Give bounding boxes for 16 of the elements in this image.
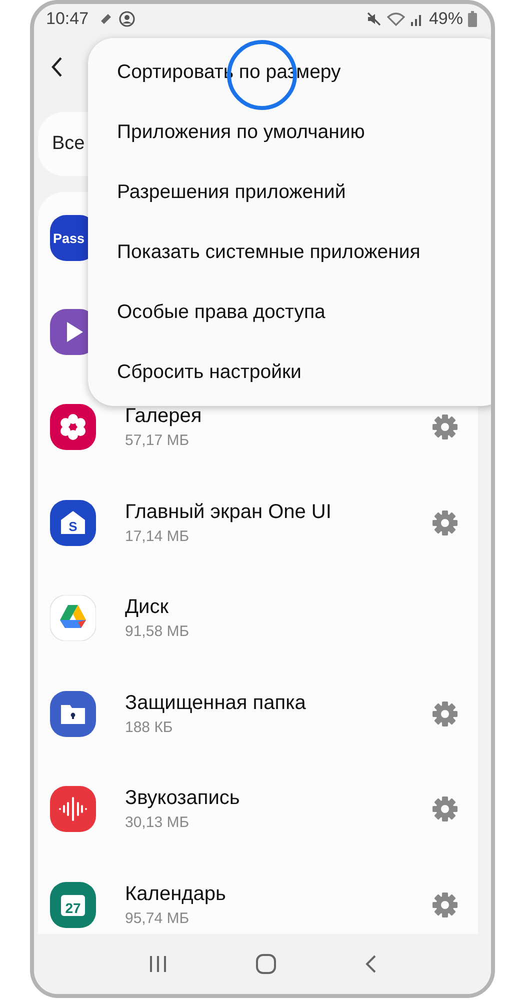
app-icon: S — [50, 500, 96, 546]
app-size: 95,74 МБ — [125, 910, 190, 927]
app-size: 188 КБ — [125, 718, 174, 736]
app-size: 91,58 МБ — [125, 623, 190, 640]
battery-percent: 49% — [428, 9, 463, 29]
app-name: Защищенная папка — [125, 692, 307, 715]
app-name: Диск — [125, 596, 170, 620]
app-name: Главный экран One UI — [125, 500, 332, 524]
status-time: 10:47 — [46, 9, 89, 29]
app-name: Звукозапись — [125, 787, 241, 810]
app-size: 57,17 МБ — [125, 432, 190, 450]
app-icon: 27 — [50, 882, 96, 928]
app-name: Галерея — [125, 405, 203, 428]
app-name: Календарь — [125, 882, 227, 906]
app-size: 30,13 МБ — [125, 814, 190, 832]
app-size: 17,14 МБ — [125, 528, 190, 545]
